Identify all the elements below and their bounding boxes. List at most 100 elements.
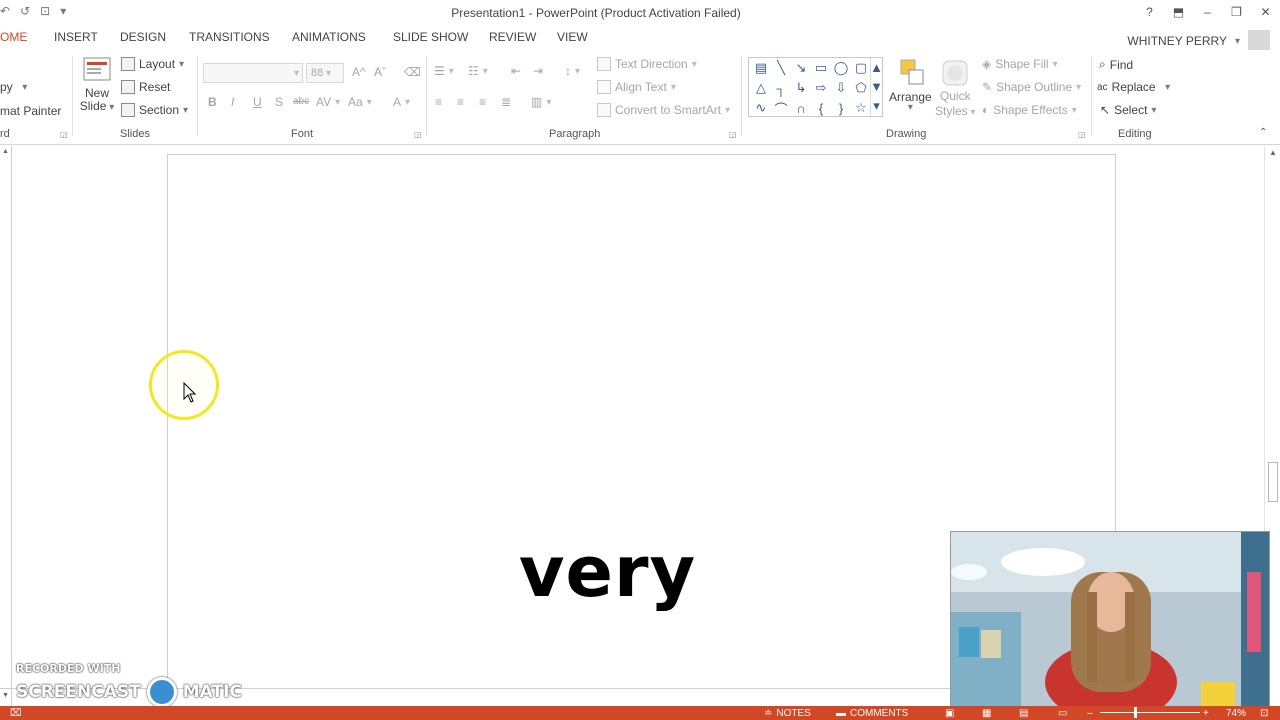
align-left-button[interactable]: ≡: [435, 95, 442, 109]
tab-slide-show[interactable]: SLIDE SHOW: [393, 30, 468, 44]
align-right-icon: ≡: [479, 95, 487, 109]
bullets-button[interactable]: ☰ ▾: [434, 64, 454, 78]
right-arrow-shape-icon[interactable]: ⇨: [811, 78, 831, 98]
zoom-slider-thumb[interactable]: [1134, 707, 1137, 718]
font-name-field[interactable]: ▾: [203, 63, 303, 83]
rounded-rectangle-shape-icon[interactable]: ▢: [851, 58, 871, 78]
dialog-launcher-icon[interactable]: ◲: [414, 130, 422, 139]
slide-sorter-button[interactable]: ▦: [982, 708, 991, 719]
oval-shape-icon[interactable]: ◯: [831, 58, 851, 78]
spell-check-icon[interactable]: ⌧: [10, 708, 22, 719]
scroll-down-icon[interactable]: ▼: [2, 692, 9, 699]
tab-transitions[interactable]: TRANSITIONS: [189, 30, 270, 44]
rectangle-shape-icon[interactable]: ▭: [811, 58, 831, 78]
slide-show-button[interactable]: ▭: [1058, 708, 1067, 719]
left-brace-shape-icon[interactable]: {: [811, 98, 831, 118]
dialog-launcher-icon[interactable]: ◲: [1078, 130, 1086, 139]
italic-button[interactable]: I: [231, 95, 234, 109]
quick-styles-button[interactable]: Quick Styles ▾: [935, 58, 976, 118]
scroll-up-icon[interactable]: ▲: [1269, 148, 1277, 157]
align-right-button[interactable]: ≡: [479, 95, 486, 109]
textbox-shape-icon[interactable]: ▤: [751, 58, 771, 78]
align-center-button[interactable]: ≡: [457, 95, 464, 109]
grow-font-button[interactable]: A^: [352, 65, 366, 79]
restore-button[interactable]: ❐: [1222, 2, 1251, 22]
shape-outline-button[interactable]: ✎ Shape Outline ▾: [982, 80, 1081, 94]
triangle-shape-icon[interactable]: △: [751, 78, 771, 98]
select-button[interactable]: ↖ Select ▾: [1100, 103, 1156, 117]
tab-design[interactable]: DESIGN: [120, 30, 166, 44]
slide-text[interactable]: very: [168, 531, 1047, 613]
reading-view-button[interactable]: ▤: [1019, 708, 1028, 719]
convert-smartart-button[interactable]: Convert to SmartArt ▾: [597, 103, 730, 117]
strikethrough-button[interactable]: abc: [293, 96, 309, 107]
section-button[interactable]: Section ▾: [121, 103, 188, 117]
copy-button[interactable]: py ▾: [0, 80, 27, 94]
tab-review[interactable]: REVIEW: [489, 30, 536, 44]
reset-button[interactable]: Reset: [121, 80, 170, 94]
help-button[interactable]: ?: [1135, 2, 1164, 22]
notes-button[interactable]: ≐ NOTES: [764, 708, 811, 719]
scribble-shape-icon[interactable]: ∩: [791, 98, 811, 118]
replace-button[interactable]: ac Replace ▾: [1097, 80, 1170, 94]
find-button[interactable]: ⌕ Find: [1099, 57, 1133, 72]
line-shape-icon[interactable]: ╲: [771, 58, 791, 78]
curve-shape-icon[interactable]: ∿: [751, 98, 771, 118]
zoom-slider[interactable]: [1100, 712, 1200, 713]
tab-animations[interactable]: ANIMATIONS: [292, 30, 366, 44]
scrollbar-thumb[interactable]: [1268, 462, 1278, 502]
decrease-indent-button[interactable]: ⇤: [511, 64, 521, 78]
elbow-connector-shape-icon[interactable]: ┐: [771, 78, 791, 98]
numbering-button[interactable]: ☷ ▾: [468, 64, 488, 78]
underline-button[interactable]: U: [253, 95, 262, 109]
comments-button[interactable]: ▬ COMMENTS: [836, 708, 908, 719]
tab-view[interactable]: VIEW: [557, 30, 588, 44]
shape-effects-button[interactable]: ◐ Shape Effects ▾: [982, 103, 1077, 117]
shapes-gallery[interactable]: ▤ ╲ ↘ ▭ ◯ ▢ △ ┐ ↳ ⇨ ⇩ ⬠ ∿ ⌒ ∩ { } ☆ ▲ ▼ ▾: [748, 57, 883, 117]
increase-indent-button[interactable]: ⇥: [533, 64, 543, 78]
thumbnail-pane-scrollbar[interactable]: ▲ ▼: [0, 146, 12, 706]
character-spacing-button[interactable]: AV ▾: [316, 95, 340, 109]
shrink-font-button[interactable]: Aˇ: [374, 65, 386, 79]
reset-icon: [121, 80, 135, 94]
zoom-level[interactable]: 74%: [1226, 708, 1246, 719]
change-case-button[interactable]: Aa ▾: [348, 95, 372, 109]
tab-home[interactable]: OME: [0, 30, 27, 44]
font-color-button[interactable]: A ▾: [393, 95, 410, 109]
freeform-shape-icon[interactable]: ⬠: [851, 78, 871, 98]
tab-insert[interactable]: INSERT: [54, 30, 98, 44]
dialog-launcher-icon[interactable]: ◲: [60, 130, 68, 139]
dialog-launcher-icon[interactable]: ◲: [729, 130, 737, 139]
new-slide-button[interactable]: New Slide ▾: [80, 56, 114, 113]
line-spacing-button[interactable]: ↕ ▾: [565, 64, 580, 78]
align-text-button[interactable]: Align Text ▾: [597, 80, 676, 94]
scroll-up-icon[interactable]: ▲: [2, 148, 9, 155]
clear-formatting-button[interactable]: ⌫: [404, 65, 421, 79]
arrow-line-shape-icon[interactable]: ↘: [791, 58, 811, 78]
bold-button[interactable]: B: [208, 95, 217, 109]
user-account[interactable]: WHITNEY PERRY ▾: [1127, 30, 1270, 52]
zoom-out-button[interactable]: –: [1087, 708, 1093, 719]
shapes-gallery-scroll[interactable]: ▲ ▼ ▾: [870, 58, 883, 116]
star-shape-icon[interactable]: ☆: [851, 98, 871, 118]
font-size-field[interactable]: 88 ▾: [306, 63, 344, 83]
normal-view-button[interactable]: ▣: [945, 708, 954, 719]
text-direction-button[interactable]: Text Direction ▾: [597, 57, 697, 71]
collapse-ribbon-icon[interactable]: ⌃: [1259, 127, 1267, 138]
arc-shape-icon[interactable]: ⌒: [771, 98, 791, 118]
justify-button[interactable]: ≣: [501, 95, 511, 109]
ribbon-display-options-button[interactable]: ⬒: [1164, 2, 1193, 22]
layout-button[interactable]: Layout ▾: [121, 57, 184, 71]
fit-slide-icon[interactable]: ⊡: [1260, 708, 1268, 719]
shape-fill-button[interactable]: ◈ Shape Fill ▾: [982, 57, 1058, 71]
zoom-in-button[interactable]: +: [1203, 708, 1209, 719]
close-button[interactable]: ✕: [1251, 2, 1280, 22]
minimize-button[interactable]: –: [1193, 2, 1222, 22]
columns-button[interactable]: ▥ ▾: [531, 95, 551, 109]
arrange-button[interactable]: Arrange ▾: [889, 58, 932, 113]
right-brace-shape-icon[interactable]: }: [831, 98, 851, 118]
text-shadow-button[interactable]: S: [275, 95, 283, 109]
elbow-arrow-shape-icon[interactable]: ↳: [791, 78, 811, 98]
down-arrow-shape-icon[interactable]: ⇩: [831, 78, 851, 98]
format-painter-button[interactable]: mat Painter: [0, 104, 61, 118]
